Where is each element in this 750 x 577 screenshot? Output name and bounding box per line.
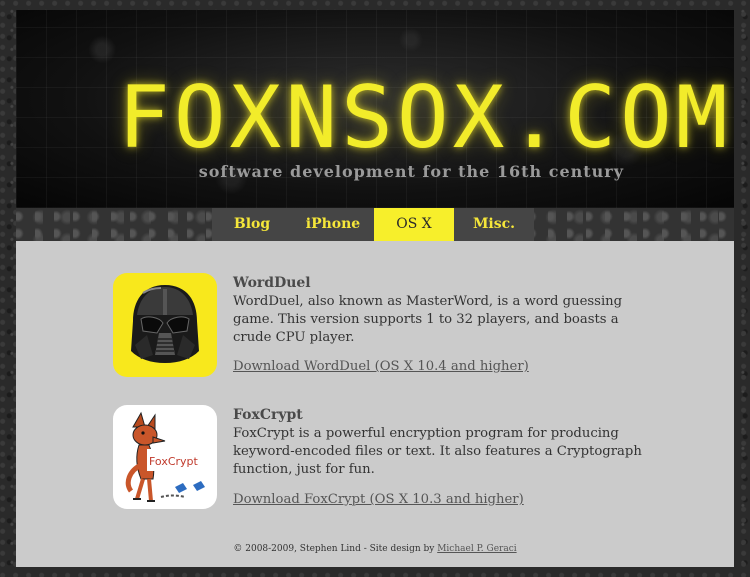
site-footer: © 2008-2009, Stephen Lind - Site design … [16, 544, 734, 554]
page-frame: FOXNSOX.COM software development for the… [16, 10, 734, 567]
download-wordduel-link[interactable]: Download WordDuel (OS X 10.4 and higher) [233, 358, 529, 376]
tab-iphone[interactable]: iPhone [292, 208, 374, 241]
footer-copyright: © 2008-2009, Stephen Lind - Site design … [233, 544, 438, 554]
nav-tabs: Blog iPhone OS X Misc. [212, 208, 534, 241]
tab-osx[interactable]: OS X [374, 208, 454, 241]
site-logo[interactable]: FOXNSOX.COM [118, 70, 728, 166]
app-info: WordDuel WordDuel, also known as MasterW… [233, 275, 643, 374]
app-info: FoxCrypt FoxCrypt is a powerful encrypti… [233, 407, 643, 507]
nav-bar: Blog iPhone OS X Misc. [16, 208, 734, 241]
main-content: WordDuel WordDuel, also known as MasterW… [16, 241, 734, 567]
app-title: FoxCrypt [233, 407, 303, 423]
app-title: WordDuel [233, 275, 311, 291]
tab-misc[interactable]: Misc. [454, 208, 534, 241]
fox-illustration-icon[interactable]: FoxCrypt [113, 405, 217, 509]
darth-vader-helmet-icon[interactable] [113, 273, 217, 377]
app-description: WordDuel, also known as MasterWord, is a… [233, 294, 623, 345]
foxcrypt-icon-text: FoxCrypt [149, 455, 199, 468]
site-tagline: software development for the 16th centur… [198, 162, 624, 181]
site-header: FOXNSOX.COM software development for the… [16, 10, 734, 208]
tab-blog[interactable]: Blog [212, 208, 292, 241]
download-foxcrypt-link[interactable]: Download FoxCrypt (OS X 10.3 and higher) [233, 491, 524, 509]
app-description: FoxCrypt is a powerful encryption progra… [233, 426, 642, 477]
footer-designer-link[interactable]: Michael P. Geraci [437, 544, 516, 554]
